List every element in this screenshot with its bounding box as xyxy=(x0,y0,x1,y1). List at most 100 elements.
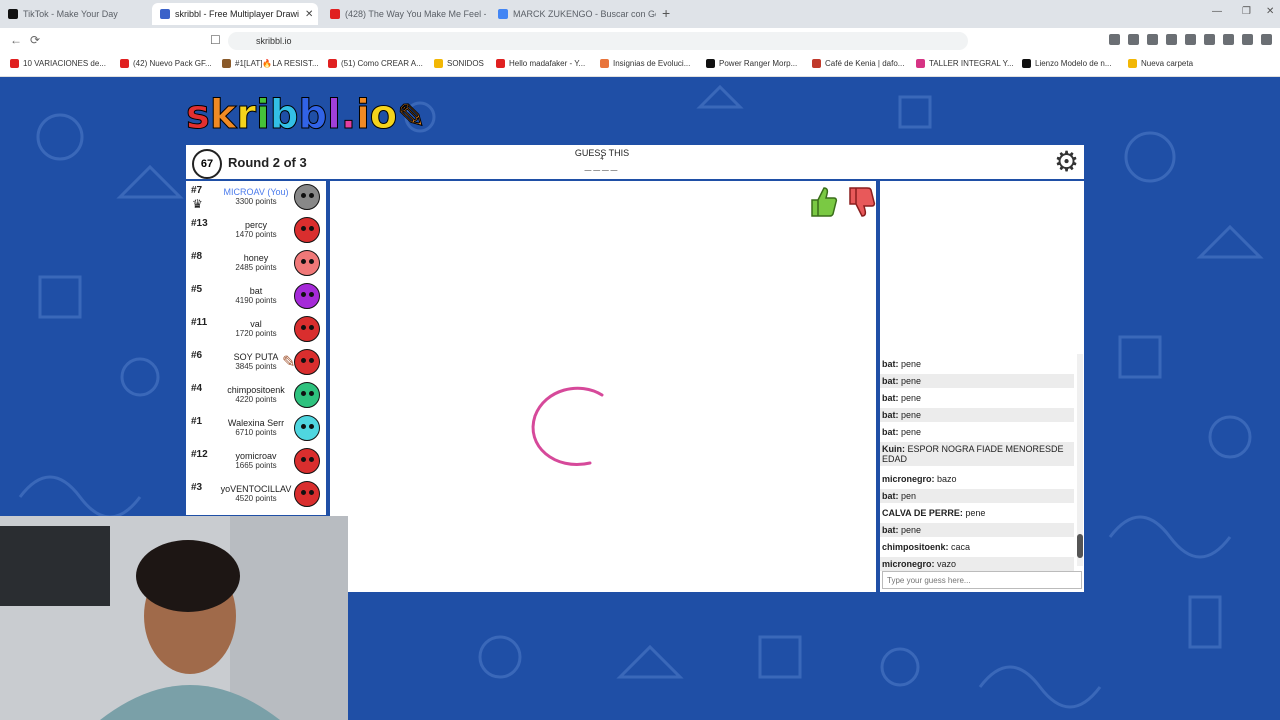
extension-icon[interactable] xyxy=(1223,34,1234,45)
close-tab-icon[interactable]: ✕ xyxy=(299,9,313,20)
extension-icon[interactable] xyxy=(1166,34,1177,45)
reload-icon[interactable]: ⟳ xyxy=(30,33,40,47)
bookmark-label: (42) Nuevo Pack GF... xyxy=(133,59,212,68)
tab-skribbl[interactable]: skribbl - Free Multiplayer Drawi ✕ xyxy=(152,3,318,25)
bookmark-item[interactable]: Nueva carpeta xyxy=(1128,59,1193,68)
chat-sender: bat: xyxy=(882,525,899,535)
chat-message: bat: pene xyxy=(880,523,1074,537)
bookmark-item[interactable]: Hello madafaker - Y... xyxy=(496,59,585,68)
chat-scrollbar[interactable] xyxy=(1077,354,1083,566)
player-row[interactable]: #1 Walexina Serr 6710 points xyxy=(186,412,326,445)
bookmarks-bar: 10 VARIACIONES de... (42) Nuevo Pack GF..… xyxy=(0,54,1280,77)
chat-text: pene xyxy=(901,410,922,420)
tab-tiktok[interactable]: TikTok - Make Your Day xyxy=(0,3,150,25)
logo-letter: r xyxy=(236,92,257,139)
player-rank: #3 xyxy=(191,482,203,493)
player-name: bat xyxy=(249,286,263,296)
player-row[interactable]: #7 MICROAV (You) 3300 points ♛ xyxy=(186,181,326,214)
player-row[interactable]: #4 chimpositoenk 4220 points xyxy=(186,379,326,412)
chat-sender: bat: xyxy=(882,410,899,420)
logo-letter: k xyxy=(209,92,237,139)
player-points: 3300 points xyxy=(235,197,277,206)
player-name: percy xyxy=(244,220,267,230)
bookmark-item[interactable]: TALLER INTEGRAL Y... xyxy=(916,59,1014,68)
player-rank: #7 xyxy=(191,185,203,196)
tab-label: MARCK ZUKENGO - Buscar con Goo xyxy=(513,9,656,19)
tab-youtube[interactable]: (428) The Way You Make Me Feel - xyxy=(322,3,486,25)
player-points: 4220 points xyxy=(235,395,277,404)
player-avatar xyxy=(294,415,320,441)
player-row[interactable]: #11 val 1720 points xyxy=(186,313,326,346)
player-row[interactable]: #6 SOY PUTA 3845 points ✎ xyxy=(186,346,326,379)
player-name: yomicroav xyxy=(235,451,277,461)
bookmark-item[interactable]: #1[LAT]🔥LA RESIST... xyxy=(222,59,319,68)
chat-message: Kuin: ESPOR NOGRA FIADE MENORESDE EDAD xyxy=(880,442,1074,466)
extension-icon[interactable] xyxy=(1185,34,1196,45)
bookmark-label: Insignias de Evoluci... xyxy=(613,59,691,68)
player-rank: #8 xyxy=(191,251,203,262)
chat-sender: bat: xyxy=(882,376,899,386)
chat-text: vazo xyxy=(937,559,957,569)
extension-icon[interactable] xyxy=(1128,34,1139,45)
extension-icon[interactable] xyxy=(1147,34,1158,45)
chat-message: chimpositoenk: caca xyxy=(880,540,1074,554)
back-icon[interactable]: ← xyxy=(10,33,22,47)
bookmark-item[interactable]: Power Ranger Morp... xyxy=(706,59,797,68)
new-tab-button[interactable]: + xyxy=(662,5,670,21)
player-avatar xyxy=(294,382,320,408)
thumbs-down-icon[interactable] xyxy=(846,186,876,218)
chat-sender: bat: xyxy=(882,393,899,403)
extension-icon[interactable] xyxy=(1242,34,1253,45)
extension-icon[interactable] xyxy=(1109,34,1120,45)
bookmark-item[interactable]: (42) Nuevo Pack GF... xyxy=(120,59,212,68)
chat-text: pene xyxy=(965,508,986,518)
bookmark-favicon-icon xyxy=(706,59,715,68)
player-row[interactable]: #8 honey 2485 points xyxy=(186,247,326,280)
player-avatar xyxy=(294,184,320,210)
drawing-canvas[interactable] xyxy=(330,181,876,592)
bookmark-item[interactable]: Insignias de Evoluci... xyxy=(600,59,690,68)
player-name: val xyxy=(250,319,262,329)
extensions-toolbar xyxy=(1109,34,1272,45)
maximize-icon[interactable]: ❐ xyxy=(1242,6,1251,17)
player-row[interactable]: #5 bat 4190 points xyxy=(186,280,326,313)
chat-sender: bat: xyxy=(882,359,899,369)
bookmark-favicon-icon xyxy=(222,59,231,68)
player-name: Walexina Serr xyxy=(227,418,285,428)
player-rank: #6 xyxy=(191,350,203,361)
bookmark-label: TALLER INTEGRAL Y... xyxy=(929,59,1014,68)
chat-message: bat: pene xyxy=(880,357,1074,371)
settings-gear-icon[interactable]: ⚙ xyxy=(1054,147,1079,177)
bookmark-item[interactable]: (51) Como CREAR A... xyxy=(328,59,423,68)
player-row[interactable]: #13 percy 1470 points xyxy=(186,214,326,247)
player-points: 1720 points xyxy=(235,329,277,338)
logo-letter: i xyxy=(356,92,371,139)
url-field[interactable]: skribbl.io xyxy=(228,32,968,50)
chat-text: pene xyxy=(901,359,922,369)
bookmark-item[interactable]: Lienzo Modelo de n... xyxy=(1022,59,1112,68)
bookmark-item[interactable]: 10 VARIACIONES de... xyxy=(10,59,106,68)
address-bar-row: ← ⟳ ☐ skribbl.io xyxy=(0,28,1280,54)
tab-label: (428) The Way You Make Me Feel - xyxy=(345,9,486,19)
bookmark-item[interactable]: SONIDOS xyxy=(434,59,484,68)
browser-tab-bar: TikTok - Make Your Day skribbl - Free Mu… xyxy=(0,0,1280,28)
thumbs-up-icon[interactable] xyxy=(808,186,838,218)
minimize-icon[interactable]: — xyxy=(1212,6,1222,17)
chat-scrollbar-thumb[interactable] xyxy=(1077,534,1083,558)
bookmark-item[interactable]: Café de Kenia | dafo... xyxy=(812,59,904,68)
player-row[interactable]: #12 yomicroav 1665 points xyxy=(186,445,326,478)
guess-input[interactable] xyxy=(882,571,1082,589)
webcam-person-image xyxy=(0,516,348,720)
extension-icon[interactable] xyxy=(1204,34,1215,45)
logo-letter: . xyxy=(340,92,357,139)
chat-message: micronegro: bazo xyxy=(880,472,1074,486)
player-row[interactable]: #3 yoVENTOCILLAV 4520 points xyxy=(186,478,326,511)
pencil-icon: ✎ xyxy=(397,97,426,138)
profile-icon[interactable] xyxy=(1261,34,1272,45)
tab-google[interactable]: MARCK ZUKENGO - Buscar con Goo xyxy=(490,3,656,25)
drawing-pencil-icon: ✎ xyxy=(282,354,296,371)
bookmark-icon[interactable]: ☐ xyxy=(210,33,221,47)
close-window-icon[interactable]: ✕ xyxy=(1266,6,1274,17)
player-avatar xyxy=(294,481,320,507)
logo-letter: b xyxy=(298,92,328,139)
